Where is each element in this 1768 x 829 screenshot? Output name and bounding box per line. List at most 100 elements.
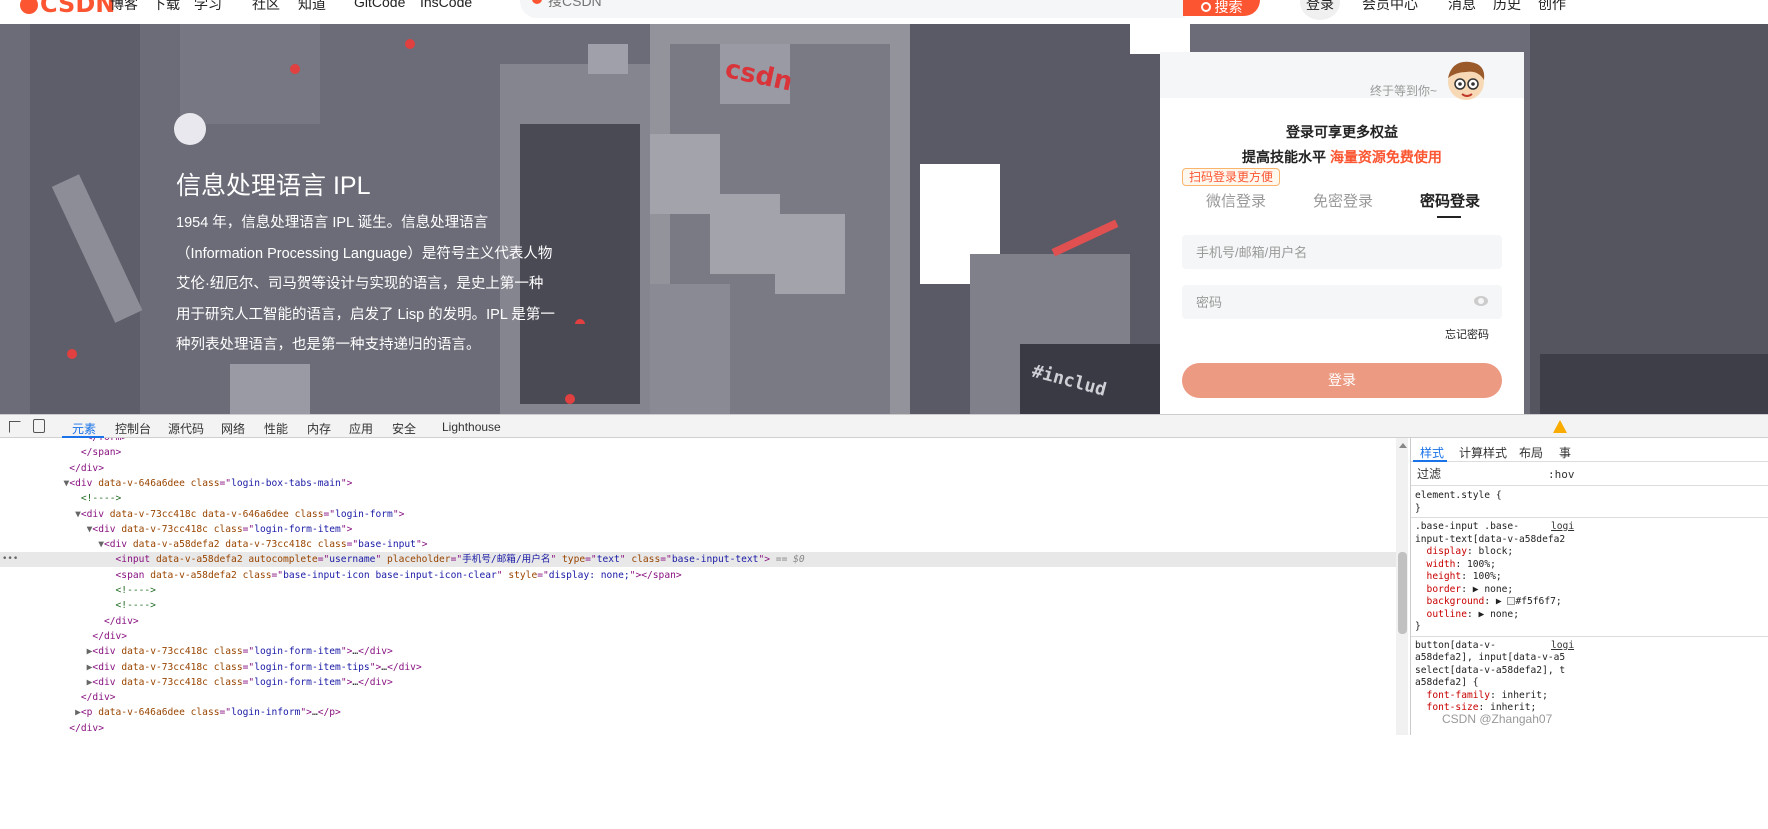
inspect-element-icon[interactable] (9, 421, 21, 433)
css-declaration[interactable]: outline: ▶ none; (1415, 609, 1519, 622)
nav-item-history[interactable]: 历史 (1493, 0, 1521, 14)
css-selector[interactable]: a58defa2] { (1415, 677, 1479, 690)
tab-code-login[interactable]: 免密登录 (1313, 190, 1373, 211)
nav-login-button[interactable]: 登录 (1300, 0, 1340, 20)
devtools-tab-elements[interactable]: 元素 (72, 420, 96, 437)
css-source-link[interactable]: logi (1551, 521, 1574, 534)
styles-filter-input[interactable] (1417, 467, 1537, 481)
search-button[interactable]: 搜索 (1183, 0, 1260, 16)
devtools-tab-memory[interactable]: 内存 (307, 420, 331, 437)
active-tab-indicator (1437, 216, 1461, 218)
dom-node-row[interactable]: ▼<div data-v-646a6dee class="login-box-t… (0, 476, 1396, 491)
css-declaration[interactable]: font-family: inherit; (1415, 690, 1548, 703)
css-selector[interactable]: element.style { (1415, 490, 1502, 503)
styles-tab-computed[interactable]: 计算样式 (1459, 444, 1507, 461)
dom-node-row[interactable]: <!----> (0, 583, 1396, 598)
dom-node-row[interactable]: <span data-v-a58defa2 class="base-input-… (0, 568, 1396, 583)
nav-item-community[interactable]: 社区 (252, 0, 280, 14)
dom-node-row[interactable]: </div> (0, 690, 1396, 705)
css-selector[interactable]: input-text[data-v-a58defa2 (1415, 534, 1565, 547)
nav-item-zhidao[interactable]: 知道 (298, 0, 326, 14)
hover-state-toggle[interactable]: :hov (1548, 468, 1575, 481)
dom-node-row[interactable]: ▶<p data-v-646a6dee class="login-inform"… (0, 705, 1396, 720)
css-declaration[interactable]: width: 100%; (1415, 559, 1496, 572)
top-navbar: CSDN 博客 下载 学习 社区 知道 GitCode InsCode 搜索 登… (0, 0, 1768, 24)
color-swatch-icon[interactable] (1507, 597, 1516, 605)
css-rule-divider (1411, 517, 1768, 518)
dom-node-row[interactable]: ▼<div data-v-a58defa2 data-v-73cc418c cl… (0, 537, 1396, 552)
row-more-icon[interactable]: ••• (2, 552, 18, 567)
css-property-name[interactable]: height (1415, 571, 1462, 582)
dom-node-row[interactable]: <!----> (0, 598, 1396, 613)
password-input[interactable] (1196, 285, 1466, 319)
nav-item-inscode[interactable]: InsCode (420, 0, 472, 10)
dom-node-row[interactable]: ▶<div data-v-73cc418c class="login-form-… (0, 660, 1396, 675)
devtools-tab-application[interactable]: 应用 (349, 420, 373, 437)
forgot-password-link[interactable]: 忘记密码 (1445, 326, 1489, 342)
css-property-name[interactable]: border (1415, 584, 1462, 595)
nav-item-blog[interactable]: 博客 (110, 0, 138, 14)
styles-tab-layout[interactable]: 布局 (1519, 444, 1543, 461)
devtools-tab-performance[interactable]: 性能 (264, 420, 288, 437)
css-declaration[interactable]: background: ▶ #f5f6f7; (1415, 596, 1562, 609)
logo-text: CSDN (40, 0, 116, 18)
show-password-eye-icon[interactable] (1474, 296, 1488, 306)
search-input[interactable] (548, 0, 1148, 9)
nav-item-learn[interactable]: 学习 (194, 0, 222, 14)
username-input[interactable] (1196, 235, 1466, 269)
devtools-tab-security[interactable]: 安全 (392, 420, 416, 437)
nav-item-create[interactable]: 创作 (1538, 0, 1566, 14)
promo-subheading: 提高技能水平 海量资源免费使用 (1160, 147, 1524, 167)
device-toolbar-icon[interactable] (33, 419, 45, 433)
css-property-name[interactable]: outline (1415, 609, 1467, 620)
logo-mark-icon (20, 0, 38, 14)
styles-tab-events[interactable]: 事 (1559, 444, 1571, 461)
scroll-up-arrow-icon[interactable] (1399, 443, 1407, 448)
dom-node-row[interactable]: <!----> (0, 491, 1396, 506)
css-declaration[interactable]: border: ▶ none; (1415, 584, 1514, 597)
nav-item-download[interactable]: 下载 (152, 0, 180, 14)
css-property-name[interactable]: width (1415, 559, 1456, 570)
qr-login-tip: 扫码登录更方便 (1182, 168, 1281, 186)
devtools-toolbar: 元素 控制台 源代码 网络 性能 内存 应用 安全 Lighthouse (0, 414, 1768, 438)
dom-node-row[interactable]: </form> (0, 438, 1396, 445)
dom-node-row[interactable]: </div> (0, 461, 1396, 476)
nav-item-gitcode[interactable]: GitCode (354, 0, 405, 10)
search-icon (1200, 2, 1211, 12)
devtools-tab-lighthouse[interactable]: Lighthouse (442, 420, 501, 434)
csdn-logo[interactable]: CSDN (20, 0, 115, 18)
css-property-name[interactable]: font-family (1415, 690, 1491, 701)
warning-icon[interactable] (1553, 420, 1567, 433)
tab-wechat-login[interactable]: 微信登录 (1206, 190, 1266, 211)
dom-node-row[interactable]: ▼<div data-v-73cc418c class="login-form-… (0, 522, 1396, 537)
devtools-tab-network[interactable]: 网络 (221, 420, 245, 437)
dom-node-row[interactable]: ▼<div data-v-73cc418c data-v-646a6dee cl… (0, 507, 1396, 522)
dom-node-row[interactable]: </div> (0, 629, 1396, 644)
tab-password-login[interactable]: 密码登录 (1420, 190, 1480, 211)
styles-filter-row: :hov (1411, 462, 1768, 486)
css-selector[interactable]: button[data-v-logi (1415, 640, 1574, 653)
css-property-name[interactable]: display (1415, 546, 1467, 557)
css-rule-close: } (1415, 502, 1421, 514)
css-selector[interactable]: a58defa2], input[data-v-a5 (1415, 652, 1565, 665)
devtools-tab-console[interactable]: 控制台 (115, 420, 151, 437)
css-property-name[interactable]: background (1415, 596, 1485, 607)
hero-title: 信息处理语言 IPL (176, 172, 371, 200)
css-selector[interactable]: select[data-v-a58defa2], t (1415, 665, 1565, 678)
devtools-tab-sources[interactable]: 源代码 (168, 420, 204, 437)
dom-node-row[interactable]: ▶<div data-v-73cc418c class="login-form-… (0, 644, 1396, 659)
dom-node-row[interactable]: </div> (0, 721, 1396, 735)
css-selector[interactable]: .base-input .base-logi (1415, 521, 1574, 534)
dom-scrollbar-thumb[interactable] (1398, 552, 1407, 634)
dom-node-row[interactable]: <input data-v-a58defa2 autocomplete="use… (0, 552, 1396, 568)
css-source-link[interactable]: logi (1551, 640, 1574, 653)
dom-node-row[interactable]: </span> (0, 445, 1396, 460)
dom-node-row[interactable]: ▶<div data-v-73cc418c class="login-form-… (0, 675, 1396, 690)
dom-node-row[interactable]: </div> (0, 614, 1396, 629)
login-submit-button[interactable]: 登录 (1182, 363, 1502, 398)
styles-tab-styles[interactable]: 样式 (1420, 444, 1444, 461)
nav-item-messages[interactable]: 消息 (1448, 0, 1476, 14)
nav-item-vip[interactable]: 会员中心 (1362, 0, 1418, 14)
css-declaration[interactable]: display: block; (1415, 546, 1514, 559)
css-declaration[interactable]: height: 100%; (1415, 571, 1502, 584)
